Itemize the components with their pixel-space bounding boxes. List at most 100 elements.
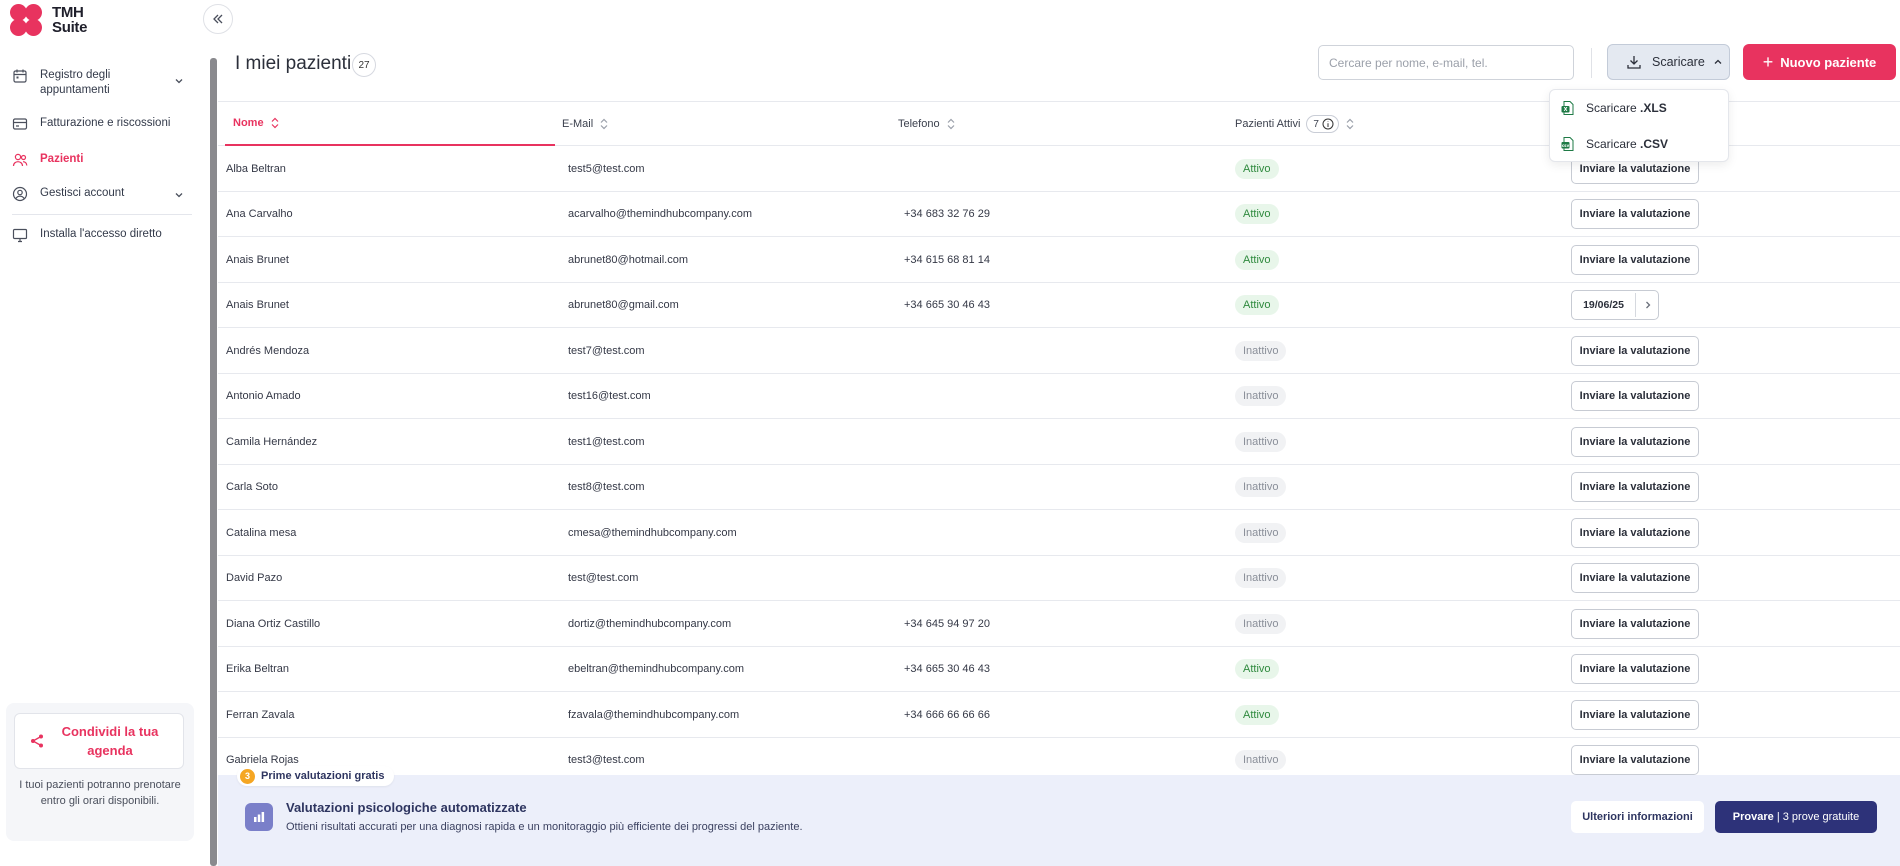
app-logo[interactable]: TMH Suite — [10, 4, 87, 36]
sidebar-item-label: Gestisci account — [40, 187, 125, 199]
status-cell: Inattivo — [1235, 465, 1287, 510]
action-cell: Inviare la valutazione — [1571, 647, 1699, 692]
sidebar-item-account[interactable]: Gestisci account — [0, 180, 194, 208]
status-cell: Attivo — [1235, 283, 1279, 328]
patient-phone: +34 665 30 46 43 — [904, 299, 990, 311]
send-evaluation-button[interactable]: Inviare la valutazione — [1571, 654, 1699, 684]
more-info-button[interactable]: Ulteriori informazioni — [1571, 801, 1704, 833]
table-row[interactable]: Antonio Amado test16@test.com Inattivo Invi… — [218, 374, 1900, 419]
patient-name[interactable]: Camila Hernández — [226, 419, 317, 464]
download-button[interactable]: Scaricare — [1607, 44, 1730, 80]
status-badge: Inattivo — [1235, 613, 1287, 634]
patient-name[interactable]: Diana Ortiz Castillo — [226, 601, 320, 646]
column-header-email[interactable]: E-Mail — [562, 102, 609, 146]
patient-email: test1@test.com — [568, 435, 645, 448]
search-input[interactable] — [1318, 45, 1574, 80]
status-badge: Inattivo — [1235, 477, 1287, 497]
free-assessments-pill: 3 Prime valutazioni gratis — [237, 766, 395, 786]
action-cell: Inviare la valutazione — [1571, 328, 1699, 373]
chevron-down-icon[interactable] — [174, 76, 184, 86]
patient-name[interactable]: Anais Brunet — [226, 237, 289, 282]
patient-email: fzavala@themindhubcompany.com — [568, 708, 740, 721]
patient-name[interactable]: Anais Brunet — [226, 283, 289, 328]
patient-email: test16@test.com — [568, 390, 651, 402]
send-evaluation-button[interactable]: Inviare la valutazione — [1571, 608, 1699, 639]
new-patient-button[interactable]: + Nuovo paziente — [1743, 44, 1896, 80]
download-icon — [1627, 56, 1641, 69]
sidebar-item-patients[interactable]: Pazienti — [0, 146, 194, 174]
status-badge: Inattivo — [1235, 386, 1287, 406]
plus-icon: + — [1762, 52, 1774, 72]
download-label: Scaricare — [1652, 55, 1705, 69]
share-agenda-button[interactable]: Condividi la tua agenda — [14, 713, 184, 769]
info-icon[interactable] — [1322, 118, 1334, 130]
column-header-active[interactable]: Pazienti Attivi 7 — [1235, 102, 1355, 146]
sidebar-item-appointments[interactable]: Registro degli appuntamenti — [0, 62, 194, 102]
sort-icon — [600, 118, 608, 130]
table-row[interactable]: Camila Hernández test1@test.com Inattivo In… — [218, 419, 1900, 465]
evaluation-date-button[interactable]: 19/06/25 — [1571, 290, 1659, 320]
send-evaluation-button[interactable]: Inviare la valutazione — [1571, 199, 1699, 229]
patient-name[interactable]: Andrés Mendoza — [226, 328, 309, 373]
send-evaluation-button[interactable]: Inviare la valutazione — [1571, 244, 1699, 275]
status-badge: Attivo — [1235, 158, 1279, 179]
download-xls-item[interactable]: X Scaricare .XLS — [1550, 90, 1728, 126]
column-header-name[interactable]: Nome — [225, 102, 555, 146]
status-badge: Attivo — [1235, 659, 1279, 679]
table-row[interactable]: Ana Carvalho acarvalho@themindhubcompany.… — [218, 192, 1900, 237]
xls-file-icon: X — [1561, 101, 1574, 115]
table-row[interactable]: Andrés Mendoza test7@test.com Inattivo Invi… — [218, 328, 1900, 374]
table-row[interactable]: Ferran Zavala fzavala@themindhubcompany.c… — [218, 692, 1900, 738]
action-cell: Inviare la valutazione — [1571, 192, 1699, 237]
sidebar-nav: Registro degli appuntamenti Fatturazione… — [0, 62, 194, 249]
page-title: I miei pazienti — [235, 53, 352, 74]
status-cell: Attivo — [1235, 692, 1279, 737]
sidebar-item-label: Pazienti — [40, 153, 84, 165]
table-row[interactable]: Anais Brunet abrunet80@hotmail.com +34 615… — [218, 237, 1900, 283]
sort-icon — [947, 118, 955, 130]
table-row[interactable]: Catalina mesa cmesa@themindhubcompany.com… — [218, 510, 1900, 556]
chevron-down-icon[interactable] — [174, 190, 184, 200]
logo-mark-icon — [10, 4, 48, 36]
patient-phone: +34 645 94 97 20 — [904, 617, 990, 630]
header-divider — [1591, 48, 1592, 78]
send-evaluation-button[interactable]: Inviare la valutazione — [1571, 381, 1699, 411]
patient-name[interactable]: Carla Soto — [226, 465, 278, 510]
patient-name[interactable]: Ferran Zavala — [226, 692, 294, 737]
sidebar-scrollbar[interactable] — [210, 58, 217, 866]
action-cell: Inviare la valutazione — [1571, 419, 1699, 464]
table-row[interactable]: David Pazo test@test.com Inattivo Inviare l… — [218, 556, 1900, 601]
send-evaluation-button[interactable]: Inviare la valutazione — [1571, 699, 1699, 730]
download-csv-item[interactable]: csv Scaricare .CSV — [1550, 126, 1728, 162]
sidebar-item-billing[interactable]: Fatturazione e riscossioni — [0, 110, 194, 138]
send-evaluation-button[interactable]: Inviare la valutazione — [1571, 426, 1699, 457]
status-badge: Inattivo — [1235, 522, 1287, 543]
status-cell: Attivo — [1235, 237, 1279, 282]
patient-name[interactable]: Catalina mesa — [226, 510, 296, 555]
calendar-icon — [13, 69, 27, 83]
patient-email: test7@test.com — [568, 344, 645, 357]
patient-name[interactable]: Ana Carvalho — [226, 192, 293, 237]
patient-name[interactable]: David Pazo — [226, 556, 282, 601]
table-row[interactable]: Erika Beltran ebeltran@themindhubcompany.… — [218, 647, 1900, 692]
patient-email: cmesa@themindhubcompany.com — [568, 526, 737, 539]
column-header-phone[interactable]: Telefono — [898, 102, 956, 146]
sidebar-item-install[interactable]: Installa l'accesso diretto — [0, 221, 194, 249]
status-badge: Inattivo — [1235, 750, 1287, 770]
sort-icon — [271, 117, 278, 129]
send-evaluation-button[interactable]: Inviare la valutazione — [1571, 472, 1699, 502]
send-evaluation-button[interactable]: Inviare la valutazione — [1571, 563, 1699, 593]
patient-name[interactable]: Alba Beltran — [226, 146, 286, 191]
send-evaluation-button[interactable]: Inviare la valutazione — [1571, 335, 1699, 366]
try-free-button[interactable]: Provare | 3 prove gratuite — [1715, 801, 1877, 833]
send-evaluation-button[interactable]: Inviare la valutazione — [1571, 517, 1699, 548]
action-cell: Inviare la valutazione — [1571, 556, 1699, 601]
share-agenda-card: Condividi la tua agenda I tuoi pazienti … — [6, 703, 194, 841]
patient-name[interactable]: Antonio Amado — [226, 374, 301, 419]
send-evaluation-button[interactable]: Inviare la valutazione — [1571, 745, 1699, 775]
table-row[interactable]: Anais Brunet abrunet80@gmail.com +34 665 3… — [218, 283, 1900, 328]
table-row[interactable]: Diana Ortiz Castillo dortiz@themindhubcom… — [218, 601, 1900, 647]
table-row[interactable]: Carla Soto test8@test.com Inattivo Inviare … — [218, 465, 1900, 510]
patient-name[interactable]: Erika Beltran — [226, 647, 289, 692]
nav-divider — [12, 214, 192, 215]
